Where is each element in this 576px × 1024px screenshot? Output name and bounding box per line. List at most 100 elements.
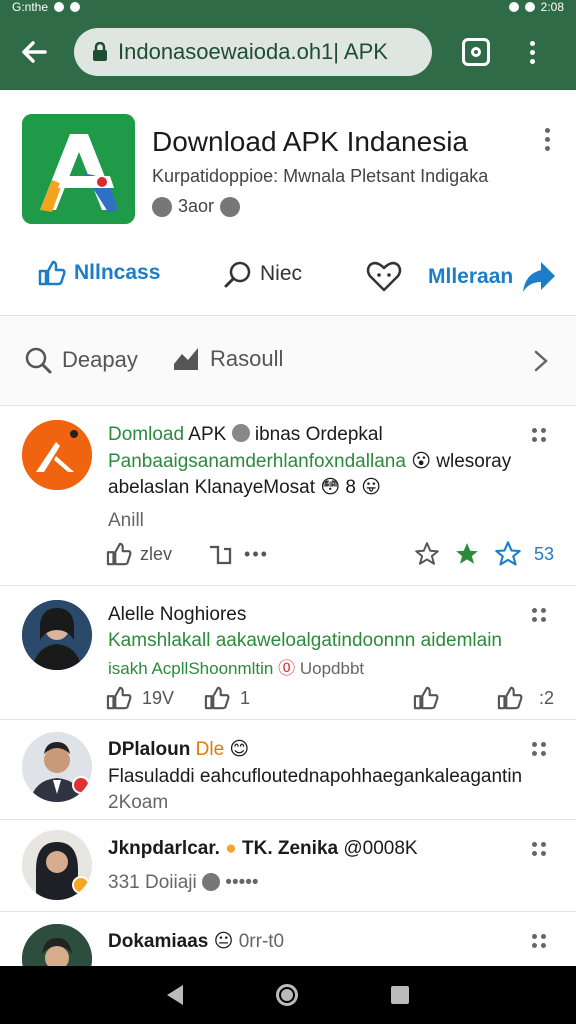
nav-back-icon[interactable] bbox=[166, 985, 183, 1005]
post-title: DPlaloun Dle 😊 bbox=[108, 738, 249, 761]
feed-post[interactable]: Domload APK ibnas Ordepkal Panbaaigsanam… bbox=[0, 406, 576, 586]
thumb-up-icon[interactable] bbox=[413, 686, 439, 710]
avatar bbox=[22, 830, 92, 900]
notification-icon bbox=[70, 2, 81, 12]
nav-home-icon[interactable] bbox=[275, 984, 298, 1006]
post-text: 331 Doiiaji bbox=[108, 872, 197, 893]
like-label: Nllncass bbox=[74, 261, 161, 284]
display-filter-button[interactable]: Deapay bbox=[24, 346, 138, 374]
post-title-part: TK. Zenika bbox=[242, 838, 339, 859]
app-subtitle: Kurpatidoppioe: Mwnala Pletsant Indigaka bbox=[152, 166, 489, 186]
info-icon bbox=[220, 196, 241, 217]
post-actions: 19V 1 :2 bbox=[106, 686, 554, 710]
tabs-icon[interactable] bbox=[462, 38, 490, 66]
thumb-up-icon[interactable] bbox=[106, 542, 132, 566]
app-more-icon[interactable] bbox=[545, 128, 550, 151]
post-author-name: DPlaloun bbox=[108, 739, 191, 760]
thumb-up-icon[interactable] bbox=[106, 686, 132, 710]
post-more-icon[interactable] bbox=[532, 842, 546, 856]
like-count: 19V bbox=[142, 687, 175, 708]
badge-icon bbox=[72, 876, 90, 894]
feed-post[interactable]: Alelle Noghiores Kamshlakall aakaweloalg… bbox=[0, 586, 576, 720]
star-filled-icon[interactable] bbox=[454, 541, 480, 567]
app-logo-icon bbox=[22, 114, 135, 224]
post-text: 2Koam bbox=[108, 792, 169, 813]
avatar bbox=[22, 600, 92, 670]
comment-label: Niec bbox=[260, 262, 303, 285]
feed-post[interactable]: DPlaloun Dle 😊 Flasuladdi eahcufloutedna… bbox=[0, 720, 576, 820]
star-outline-icon[interactable] bbox=[414, 541, 440, 567]
rating-icon bbox=[152, 196, 172, 217]
post-more-icon[interactable] bbox=[532, 608, 546, 622]
app-meta: 3aor bbox=[152, 196, 241, 217]
result-filter-button[interactable]: Rasoull bbox=[172, 346, 283, 372]
favorite-button[interactable] bbox=[366, 260, 402, 292]
feed-post[interactable]: Dokamiaas 😐 0rr-t0 bbox=[0, 912, 576, 966]
post-author: Anill bbox=[108, 510, 144, 531]
share-button[interactable]: Mlleraan bbox=[428, 260, 557, 294]
post-title-part: APK bbox=[188, 424, 227, 445]
comment-button[interactable]: Niec bbox=[224, 260, 302, 288]
more-dots-icon[interactable]: ••• bbox=[244, 544, 269, 565]
post-author-name: Jknpdarlcar. bbox=[108, 838, 220, 859]
post-text: wlesoray bbox=[436, 451, 512, 472]
repost-icon[interactable] bbox=[208, 543, 232, 565]
app-header: Download APK Indanesia Kurpatidoppioe: M… bbox=[0, 90, 576, 316]
lock-icon bbox=[92, 42, 108, 62]
post-text: Kamshlakall aakaweloalgatindoonnn aideml… bbox=[108, 630, 502, 651]
post-text: Flasuladdi eahcufloutednapohhaegankaleag… bbox=[108, 766, 523, 787]
megaphone-icon bbox=[174, 348, 198, 370]
post-title: Alelle Noghiores bbox=[108, 604, 247, 625]
like-button[interactable]: Nllncass bbox=[38, 260, 160, 286]
app-title: Download APK Indanesia bbox=[152, 126, 468, 157]
signal-icon bbox=[508, 2, 519, 12]
post-title-part: @0008K bbox=[343, 838, 418, 859]
back-arrow-icon[interactable] bbox=[14, 32, 54, 72]
post-text: Panbaaigsanamderhlanfoxndallana bbox=[108, 451, 406, 472]
post-author-name: Dokamiaas bbox=[108, 931, 209, 952]
chevron-right-icon[interactable] bbox=[534, 350, 548, 377]
avatar bbox=[22, 420, 92, 490]
post-actions: zlev ••• 53 bbox=[106, 540, 554, 568]
badge-icon: ● bbox=[225, 838, 237, 859]
notification-badge-icon bbox=[72, 776, 90, 794]
thumb-up-icon[interactable] bbox=[497, 686, 523, 710]
search-icon bbox=[25, 347, 52, 374]
post-more-icon[interactable] bbox=[532, 742, 546, 756]
emoji-icon: 😊 bbox=[229, 739, 250, 760]
overflow-menu-icon[interactable] bbox=[530, 40, 535, 64]
emoji-icon: 😛 bbox=[361, 477, 382, 498]
post-title-part: ibnas Ordepkal bbox=[254, 424, 383, 445]
post-time: 0rr-t0 bbox=[238, 931, 285, 952]
emoji-icon: 😐 bbox=[213, 931, 234, 952]
feed-post[interactable]: Jknpdarlcar. ● TK. Zenika @0008K 331 Doi… bbox=[0, 820, 576, 912]
post-text: 8 bbox=[345, 477, 356, 498]
app-meta-text: 3aor bbox=[178, 196, 215, 216]
url-bar[interactable]: Indonasoewaioda.oh1| APK bbox=[74, 28, 432, 76]
post-text: abelaslan KlanayeMosat bbox=[108, 477, 316, 498]
avatar bbox=[22, 924, 92, 966]
like-count: zlev bbox=[140, 543, 173, 564]
post-text: Uopdbbt bbox=[299, 659, 365, 678]
search-icon bbox=[224, 261, 251, 288]
star-outline-icon[interactable] bbox=[494, 540, 522, 568]
post-more-icon[interactable] bbox=[532, 934, 546, 948]
post-text: ••••• bbox=[225, 872, 259, 893]
app-actions: Nllncass Niec Mlleraan bbox=[0, 250, 576, 300]
post-text-line: Panbaaigsanamderhlanfoxndallana 😮 wlesor… bbox=[108, 450, 511, 473]
status-bar: G:nthe 2:08 bbox=[0, 0, 576, 14]
status-time: 2:08 bbox=[540, 0, 564, 14]
post-text-line: abelaslan KlanayeMosat 😳 8 😛 bbox=[108, 476, 381, 499]
post-title: Dokamiaas 😐 0rr-t0 bbox=[108, 930, 284, 953]
battery-icon bbox=[524, 2, 535, 12]
thumb-up-icon[interactable] bbox=[204, 686, 230, 710]
result-filter-label: Rasoull bbox=[210, 346, 284, 371]
nav-recents-icon[interactable] bbox=[391, 986, 410, 1004]
url-text: Indonasoewaioda.oh1| APK bbox=[118, 39, 388, 64]
clock-icon bbox=[202, 873, 221, 891]
star-count: 53 bbox=[533, 543, 554, 564]
post-more-icon[interactable] bbox=[532, 428, 546, 442]
browser-toolbar: Indonasoewaioda.oh1| APK bbox=[0, 14, 576, 90]
heart-icon bbox=[366, 261, 402, 292]
filter-bar: Deapay Rasoull bbox=[0, 316, 576, 406]
